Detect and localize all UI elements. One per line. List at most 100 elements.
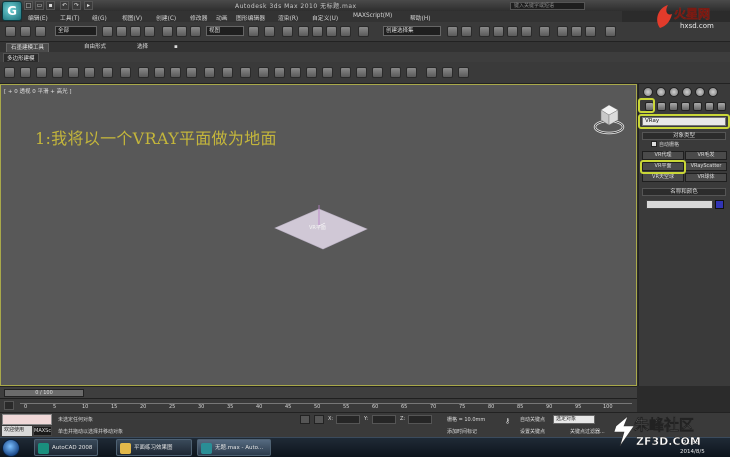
z-coord-input[interactable] — [408, 415, 432, 424]
menu-customize[interactable]: 自定义(U) — [312, 13, 338, 22]
set-key-button[interactable]: 设置关键点 — [520, 428, 545, 435]
align-icon[interactable] — [461, 26, 472, 37]
project-folder-icon[interactable]: ▸ — [84, 1, 93, 10]
ref-coord-dropdown[interactable]: 视图 — [206, 26, 244, 36]
tab-selection[interactable]: 选择 — [133, 43, 152, 52]
search-input[interactable]: 键入关键字或短语 — [510, 2, 585, 10]
track-menu-icon[interactable] — [4, 401, 14, 410]
create-tab-icon[interactable] — [643, 87, 653, 97]
render-production-icon[interactable] — [585, 26, 596, 37]
viewcube-icon[interactable] — [591, 100, 627, 136]
menu-views[interactable]: 视图(V) — [122, 13, 142, 22]
maxscript-listener[interactable] — [2, 414, 52, 425]
scale-icon[interactable] — [190, 26, 201, 37]
motion-tab-icon[interactable] — [682, 87, 692, 97]
edit-named-sel-icon[interactable] — [358, 26, 369, 37]
open-icon[interactable]: ▭ — [35, 1, 44, 10]
auto-key-button[interactable]: 自动关键点 — [520, 416, 545, 423]
mirror-icon[interactable] — [447, 26, 458, 37]
menu-group[interactable]: 组(G) — [92, 13, 107, 22]
tool-icon-11[interactable] — [170, 67, 181, 78]
utilities-tab-icon[interactable] — [708, 87, 718, 97]
hierarchy-tab-icon[interactable] — [669, 87, 679, 97]
vr-fur-button[interactable]: VR毛发 — [685, 151, 727, 160]
menu-help[interactable]: 帮助(H) — [410, 13, 430, 22]
keyboard-shortcut-icon[interactable] — [282, 26, 293, 37]
tool-icon-6[interactable] — [84, 67, 95, 78]
viewport-label[interactable]: [ + 0 透视 0 平滑 + 高光 ] — [4, 87, 72, 95]
tool-icon-21[interactable] — [340, 67, 351, 78]
menu-modifiers[interactable]: 修改器 — [190, 13, 207, 22]
schematic-view-icon[interactable] — [521, 26, 532, 37]
pivot-icon[interactable] — [248, 26, 259, 37]
key-selection-dropdown[interactable]: 选定对象 — [553, 415, 595, 424]
autogrid-checkbox[interactable] — [651, 141, 657, 147]
tab-graphite-modeling[interactable]: 石墨建模工具 — [6, 43, 50, 52]
menu-rendering[interactable]: 渲染(R) — [278, 13, 298, 22]
menu-create[interactable]: 创建(C) — [156, 13, 176, 22]
rect-selection-icon[interactable] — [130, 26, 141, 37]
shapes-icon[interactable] — [657, 102, 666, 111]
modify-tab-icon[interactable] — [656, 87, 666, 97]
vr-proxy-button[interactable]: VR代理 — [642, 151, 684, 160]
key-filters-button[interactable]: 关键点过滤器... — [570, 428, 605, 435]
maxscript-label[interactable]: MAXSc — [33, 426, 52, 436]
window-crossing-icon[interactable] — [144, 26, 155, 37]
layer-manager-icon[interactable] — [479, 26, 490, 37]
render-icon[interactable] — [605, 26, 616, 37]
move-icon[interactable] — [162, 26, 173, 37]
ribbon-toggle-icon[interactable]: ▪ — [170, 43, 182, 52]
tool-icon-24[interactable] — [390, 67, 401, 78]
y-coord-input[interactable] — [372, 415, 396, 424]
select-by-name-icon[interactable] — [116, 26, 127, 37]
vr-sphere-button[interactable]: VR球体 — [685, 173, 727, 182]
application-button[interactable]: G — [2, 1, 22, 21]
menu-tools[interactable]: 工具(T) — [60, 13, 80, 22]
tool-icon-19[interactable] — [306, 67, 317, 78]
tool-icon-17[interactable] — [274, 67, 285, 78]
snaps-toggle-icon[interactable] — [298, 26, 309, 37]
select-object-icon[interactable] — [102, 26, 113, 37]
undo-icon[interactable]: ↶ — [60, 1, 69, 10]
key-icon[interactable]: ⚷ — [505, 417, 517, 425]
menu-edit[interactable]: 编辑(E) — [28, 13, 48, 22]
percent-snap-icon[interactable] — [326, 26, 337, 37]
tool-icon-1[interactable] — [4, 67, 15, 78]
tool-icon-26[interactable] — [426, 67, 437, 78]
time-slider[interactable]: 0 / 100 — [4, 389, 84, 397]
systems-icon[interactable] — [717, 102, 726, 111]
rendered-frame-icon[interactable] — [571, 26, 582, 37]
x-coord-input[interactable] — [336, 415, 360, 424]
display-tab-icon[interactable] — [695, 87, 705, 97]
redo-icon[interactable]: ↷ — [72, 1, 81, 10]
tool-icon-7[interactable] — [102, 67, 113, 78]
vr-sky-button[interactable]: VR天空球 — [642, 173, 684, 182]
save-icon[interactable]: ▪ — [46, 1, 55, 10]
tool-icon-4[interactable] — [52, 67, 63, 78]
add-time-tag[interactable]: 添加时间标记 — [447, 428, 477, 435]
tool-icon-13[interactable] — [204, 67, 215, 78]
tool-icon-16[interactable] — [258, 67, 269, 78]
tool-icon-9[interactable] — [138, 67, 149, 78]
tool-icon-10[interactable] — [154, 67, 165, 78]
object-name-input[interactable] — [646, 200, 713, 209]
named-selection-dropdown[interactable]: 创建选择集 — [383, 26, 441, 36]
menu-animation[interactable]: 动画 — [216, 13, 228, 22]
link-icon[interactable] — [5, 26, 16, 37]
vray-scatter-button[interactable]: VRayScatter — [685, 162, 727, 171]
tool-icon-28[interactable] — [458, 67, 469, 78]
helpers-icon[interactable] — [693, 102, 702, 111]
render-setup-icon[interactable] — [557, 26, 568, 37]
taskbar-folder[interactable]: 平面练习效果图 — [116, 439, 192, 456]
unlink-icon[interactable] — [20, 26, 31, 37]
tool-icon-5[interactable] — [68, 67, 79, 78]
taskbar-autocad[interactable]: AutoCAD 2008 — [34, 439, 98, 456]
tool-icon-20[interactable] — [322, 67, 333, 78]
perspective-viewport[interactable]: [ + 0 透视 0 平滑 + 高光 ] 1:我将以一个VRAY平面做为地面 V… — [0, 84, 637, 386]
curve-editor-icon[interactable] — [507, 26, 518, 37]
tool-icon-25[interactable] — [406, 67, 417, 78]
manipulate-icon[interactable] — [264, 26, 275, 37]
track-bar[interactable]: 0 5 10 15 20 25 30 35 40 45 50 55 60 65 … — [0, 398, 637, 412]
lights-icon[interactable] — [669, 102, 678, 111]
tool-icon-18[interactable] — [290, 67, 301, 78]
